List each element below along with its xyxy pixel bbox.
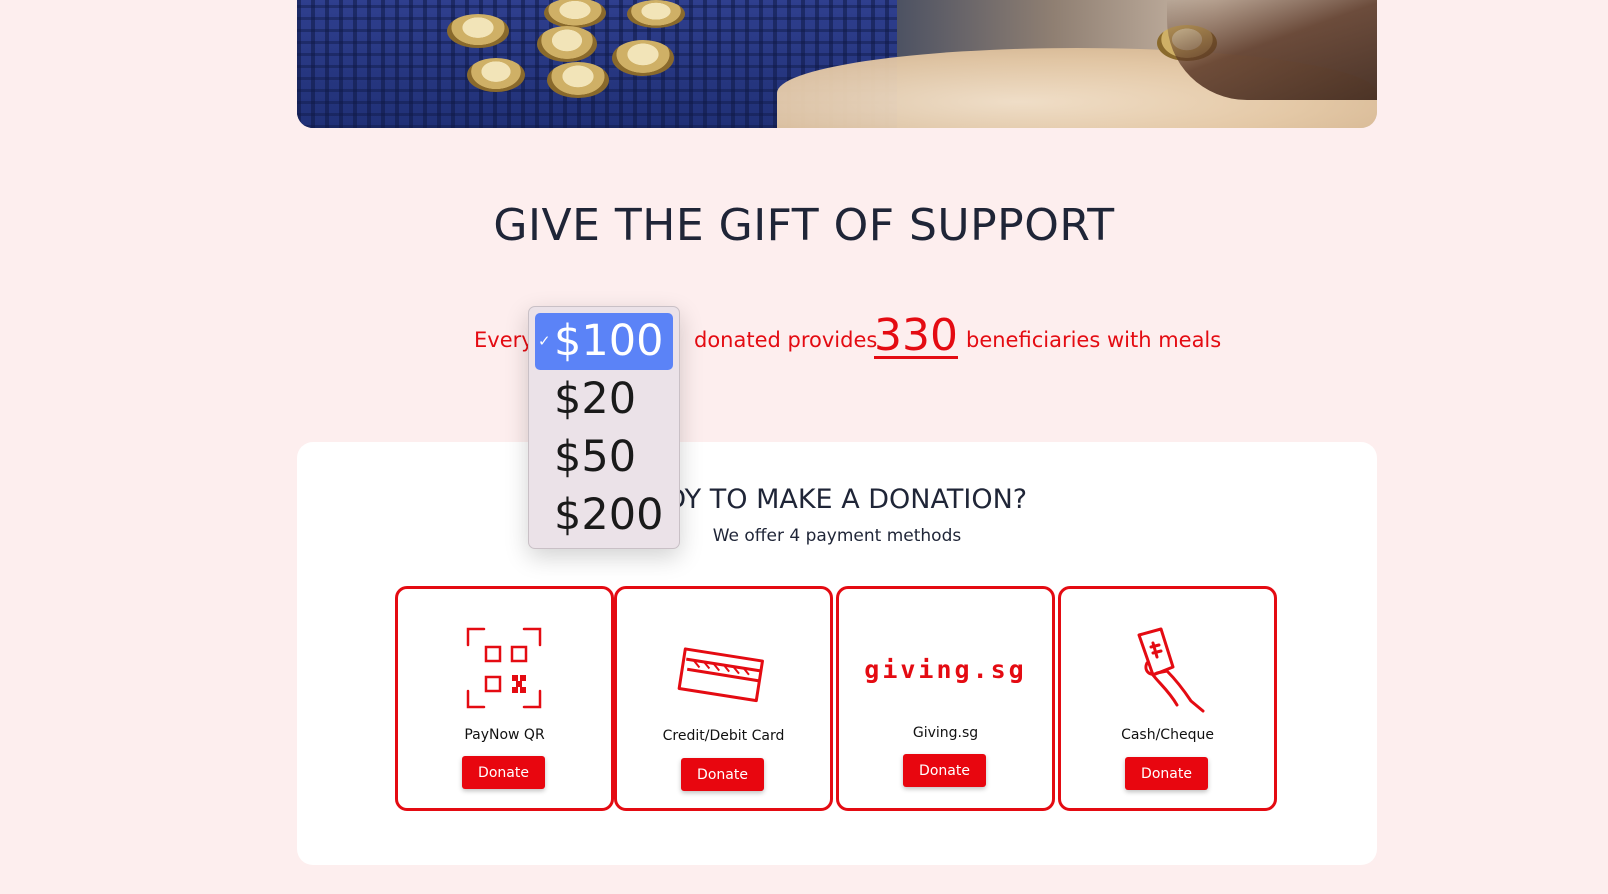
- qr-code-icon: [466, 627, 542, 709]
- beneficiary-count: 330: [874, 310, 958, 361]
- can-graphic: [627, 0, 685, 28]
- credit-card-icon: [677, 647, 764, 703]
- giving-sg-logo: giving.sg: [864, 655, 1027, 684]
- impact-middle: donated provides: [694, 328, 878, 352]
- impact-prefix: Every: [474, 328, 534, 352]
- panel-subtitle: We offer 4 payment methods: [712, 526, 962, 546]
- donate-button-giving[interactable]: Donate: [903, 754, 986, 787]
- payment-card-cash: Cash/Cheque Donate: [1058, 586, 1277, 811]
- amount-option-selected[interactable]: ✓ $100: [535, 313, 673, 370]
- can-graphic: [447, 14, 509, 48]
- donate-button-paynow[interactable]: Donate: [462, 756, 545, 789]
- cash-hand-icon: [1137, 627, 1205, 713]
- payment-card-giving: giving.sg Giving.sg Donate: [836, 586, 1055, 811]
- payment-method-name: Credit/Debit Card: [662, 728, 785, 744]
- can-graphic: [612, 40, 674, 76]
- amount-dropdown[interactable]: ✓ $100 $20 $50 $200: [528, 306, 680, 549]
- panel-title: ADY TO MAKE A DONATION?: [646, 484, 1028, 515]
- donation-panel: ADY TO MAKE A DONATION? We offer 4 payme…: [297, 442, 1377, 865]
- page-title: GIVE THE GIFT OF SUPPORT: [493, 200, 1115, 251]
- can-graphic: [467, 58, 525, 92]
- donate-button-cash[interactable]: Donate: [1125, 757, 1208, 790]
- amount-option[interactable]: $200: [535, 487, 673, 544]
- donate-button-card[interactable]: Donate: [681, 758, 764, 791]
- payment-card-paynow: PayNow QR Donate: [395, 586, 614, 811]
- payment-method-name: Cash/Cheque: [1121, 727, 1214, 743]
- can-graphic: [547, 62, 609, 98]
- payment-method-name: PayNow QR: [464, 727, 545, 743]
- payment-card-credit: Credit/Debit Card Donate: [614, 586, 833, 811]
- impact-suffix: beneficiaries with meals: [966, 328, 1222, 352]
- can-graphic: [537, 26, 597, 62]
- payment-method-name: Giving.sg: [912, 725, 979, 741]
- amount-option[interactable]: $50: [535, 429, 673, 486]
- hero-image: [297, 0, 1377, 128]
- checkmark-icon: ✓: [538, 332, 551, 350]
- amount-option[interactable]: $20: [535, 371, 673, 428]
